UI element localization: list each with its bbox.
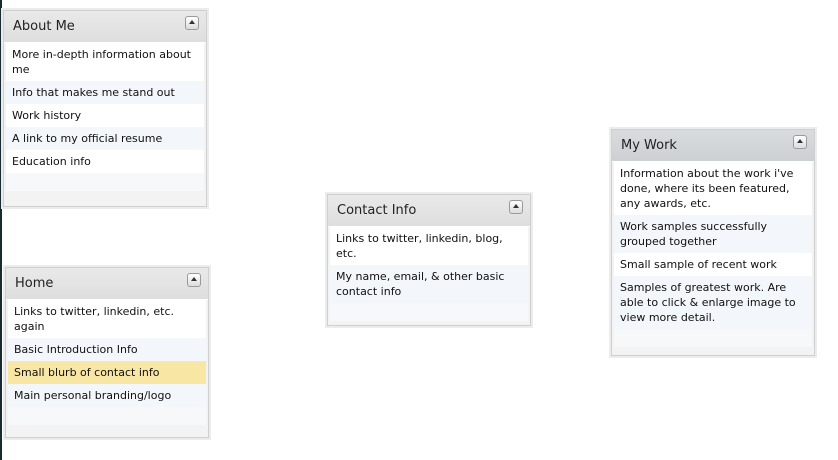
- list-spacer: [6, 173, 204, 191]
- list-item[interactable]: Education info: [6, 150, 204, 173]
- panel-title: Home: [15, 276, 54, 291]
- panel-header[interactable]: Home: [6, 268, 208, 300]
- list-item[interactable]: Main personal branding/logo: [8, 384, 206, 407]
- list-item[interactable]: My name, email, & other basic contact in…: [330, 265, 528, 303]
- list-item[interactable]: Links to twitter, linkedin, etc. again: [8, 300, 206, 338]
- triangle-up-icon: [513, 204, 519, 208]
- list-item[interactable]: Info that makes me stand out: [6, 81, 204, 104]
- list-item[interactable]: Small sample of recent work: [614, 253, 812, 276]
- panel-body: Links to twitter, linkedin, blog, etc. M…: [330, 227, 528, 321]
- panel-my-work[interactable]: My Work Information about the work i've …: [611, 129, 815, 356]
- panel-body: Information about the work i've done, wh…: [614, 162, 812, 347]
- panel-body: More in-depth information about me Info …: [6, 43, 204, 191]
- panel-header[interactable]: Contact Info: [328, 195, 530, 227]
- panel-title: My Work: [621, 138, 677, 153]
- list-item[interactable]: Links to twitter, linkedin, blog, etc.: [330, 227, 528, 265]
- list-item[interactable]: A link to my official resume: [6, 127, 204, 150]
- panel-body: Links to twitter, linkedin, etc. again B…: [8, 300, 206, 425]
- list-spacer: [330, 303, 528, 321]
- triangle-up-icon: [189, 20, 195, 24]
- panel-contact-info[interactable]: Contact Info Links to twitter, linkedin,…: [327, 194, 531, 326]
- list-item[interactable]: Work samples successfully grouped togeth…: [614, 215, 812, 253]
- list-item[interactable]: Information about the work i've done, wh…: [614, 162, 812, 215]
- collapse-button[interactable]: [187, 273, 201, 287]
- triangle-up-icon: [191, 277, 197, 281]
- list-item[interactable]: Samples of greatest work. Are able to cl…: [614, 276, 812, 329]
- collapse-button[interactable]: [185, 16, 199, 30]
- panel-header[interactable]: About Me: [4, 11, 206, 43]
- collapse-button[interactable]: [793, 135, 807, 149]
- panel-header[interactable]: My Work: [612, 130, 814, 162]
- window-left-edge: [0, 0, 2, 460]
- collapse-button[interactable]: [509, 200, 523, 214]
- panel-about-me[interactable]: About Me More in-depth information about…: [3, 10, 207, 207]
- panel-title: Contact Info: [337, 203, 417, 218]
- panel-home[interactable]: Home Links to twitter, linkedin, etc. ag…: [5, 267, 209, 438]
- list-item-selected[interactable]: Small blurb of contact info: [8, 361, 206, 384]
- list-spacer: [8, 407, 206, 425]
- panel-title: About Me: [13, 19, 75, 34]
- list-item[interactable]: Basic Introduction Info: [8, 338, 206, 361]
- triangle-up-icon: [797, 139, 803, 143]
- list-item[interactable]: Work history: [6, 104, 204, 127]
- list-item[interactable]: More in-depth information about me: [6, 43, 204, 81]
- list-spacer: [614, 329, 812, 347]
